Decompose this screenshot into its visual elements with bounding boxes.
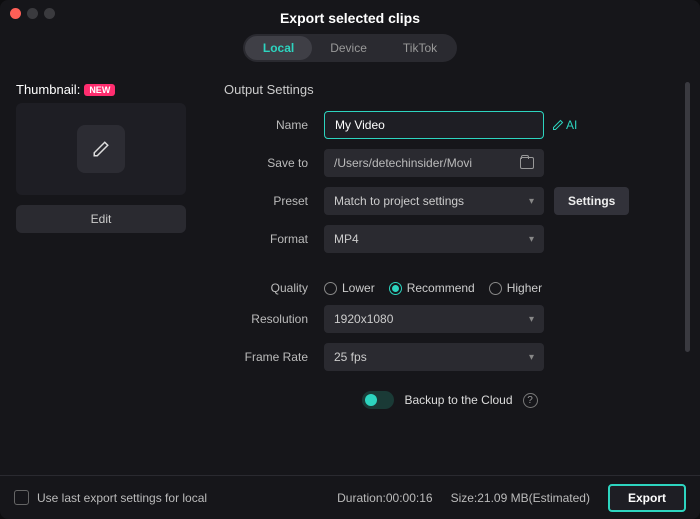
chevron-down-icon: ▾ [529, 352, 534, 363]
tab-local[interactable]: Local [245, 36, 312, 60]
ai-icon[interactable]: AI [552, 118, 577, 132]
format-select[interactable]: MP4 ▾ [324, 225, 544, 253]
preset-label: Preset [224, 194, 324, 208]
scrollbar[interactable] [685, 82, 690, 352]
framerate-select[interactable]: 25 fps ▾ [324, 343, 544, 371]
minimize-icon[interactable] [27, 8, 38, 19]
folder-icon[interactable] [520, 157, 534, 169]
tab-tiktok[interactable]: TikTok [385, 36, 455, 60]
quality-label: Quality [224, 281, 324, 295]
dialog-title: Export selected clips [0, 0, 700, 34]
duration-info: Duration:00:00:16 [337, 491, 432, 505]
quality-lower-radio[interactable]: Lower [324, 281, 375, 295]
chevron-down-icon: ▾ [529, 196, 534, 207]
quality-lower-label: Lower [342, 281, 375, 295]
footer: Use last export settings for local Durat… [0, 475, 700, 519]
export-button[interactable]: Export [608, 484, 686, 512]
export-tabs: Local Device TikTok [0, 34, 700, 70]
resolution-label: Resolution [224, 312, 324, 326]
resolution-select[interactable]: 1920x1080 ▾ [324, 305, 544, 333]
quality-recommend-radio[interactable]: Recommend [389, 281, 475, 295]
zoom-icon[interactable] [44, 8, 55, 19]
new-badge: NEW [84, 84, 115, 96]
name-label: Name [224, 118, 324, 132]
quality-recommend-label: Recommend [407, 281, 475, 295]
format-label: Format [224, 232, 324, 246]
chevron-down-icon: ▾ [529, 234, 534, 245]
pencil-icon [77, 125, 125, 173]
chevron-down-icon: ▾ [529, 314, 534, 325]
preset-select[interactable]: Match to project settings ▾ [324, 187, 544, 215]
settings-button[interactable]: Settings [554, 187, 629, 215]
use-last-label: Use last export settings for local [37, 491, 207, 505]
preset-value: Match to project settings [334, 194, 464, 208]
size-info: Size:21.09 MB(Estimated) [451, 491, 590, 505]
saveto-label: Save to [224, 156, 324, 170]
backup-label: Backup to the Cloud [404, 393, 512, 407]
close-icon[interactable] [10, 8, 21, 19]
use-last-checkbox[interactable] [14, 490, 29, 505]
thumbnail-label: Thumbnail: NEW [16, 82, 204, 97]
export-dialog: Export selected clips Local Device TikTo… [0, 0, 700, 519]
window-controls [10, 8, 55, 19]
help-icon[interactable]: ? [523, 393, 538, 408]
thumbnail-label-text: Thumbnail: [16, 82, 80, 97]
backup-toggle[interactable] [362, 391, 394, 409]
framerate-value: 25 fps [334, 350, 367, 364]
name-input[interactable] [324, 111, 544, 139]
format-value: MP4 [334, 232, 359, 246]
saveto-field[interactable]: /Users/detechinsider/Movi [324, 149, 544, 177]
thumbnail-preview[interactable] [16, 103, 186, 195]
saveto-value: /Users/detechinsider/Movi [334, 156, 472, 170]
output-settings-title: Output Settings [224, 82, 676, 97]
quality-higher-label: Higher [507, 281, 542, 295]
framerate-label: Frame Rate [224, 350, 324, 364]
tab-device[interactable]: Device [312, 36, 385, 60]
quality-higher-radio[interactable]: Higher [489, 281, 542, 295]
edit-button[interactable]: Edit [16, 205, 186, 233]
ai-label: AI [566, 118, 577, 132]
resolution-value: 1920x1080 [334, 312, 393, 326]
